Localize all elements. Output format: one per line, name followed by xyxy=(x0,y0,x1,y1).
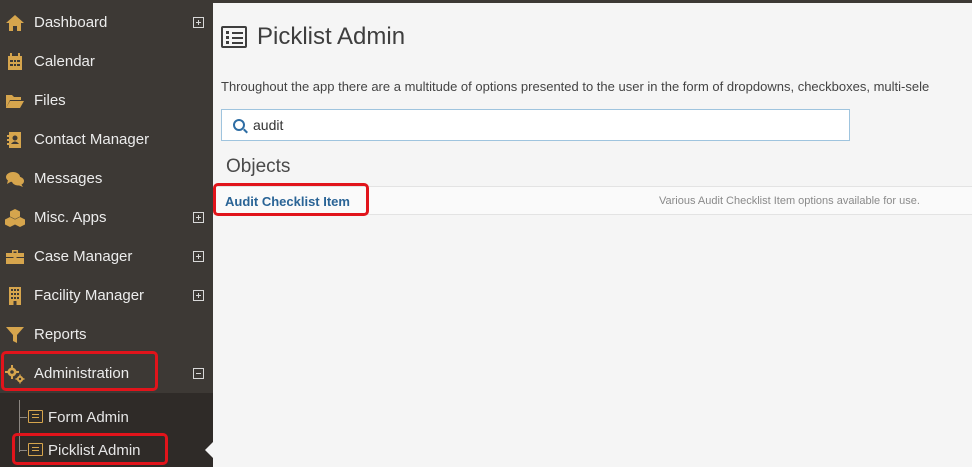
sidebar-item-reports[interactable]: Reports xyxy=(0,315,213,354)
search-box[interactable] xyxy=(221,109,850,141)
expand-icon[interactable] xyxy=(193,212,204,223)
search-input[interactable] xyxy=(253,117,813,133)
main-content: Picklist Admin Throughout the app there … xyxy=(213,3,972,467)
object-description: Various Audit Checklist Item options ava… xyxy=(659,195,920,207)
page-description: Throughout the app there are a multitude… xyxy=(221,79,930,94)
sidebar-item-administration[interactable]: Administration xyxy=(0,354,213,393)
sidebar-item-label: Reports xyxy=(34,326,87,343)
sidebar-item-label: Case Manager xyxy=(34,248,133,265)
sidebar-item-facility-manager[interactable]: Facility Manager xyxy=(0,276,213,315)
gears-icon xyxy=(4,363,26,385)
sidebar-subitem-label: Picklist Admin xyxy=(48,441,141,459)
home-icon xyxy=(4,12,26,34)
chat-bubbles-icon xyxy=(4,168,26,190)
folder-open-icon xyxy=(4,90,26,112)
sidebar-item-label: Misc. Apps xyxy=(34,209,107,226)
sidebar-item-label: Dashboard xyxy=(34,14,108,31)
sidebar-item-label: Contact Manager xyxy=(34,131,150,148)
sidebar-item-case-manager[interactable]: Case Manager xyxy=(0,237,213,276)
object-row[interactable]: Audit Checklist Item Various Audit Check… xyxy=(213,186,972,215)
sidebar-item-calendar[interactable]: Calendar xyxy=(0,42,213,81)
sidebar-item-misc-apps[interactable]: Misc. Apps xyxy=(0,198,213,237)
building-icon xyxy=(4,285,26,307)
contact-card-icon xyxy=(4,129,26,151)
sidebar-item-contact-manager[interactable]: Contact Manager xyxy=(0,120,213,159)
sidebar: Dashboard Calendar Files Contact Manager… xyxy=(0,0,213,467)
list-icon xyxy=(28,443,43,456)
sidebar-item-label: Facility Manager xyxy=(34,287,145,304)
sidebar-item-label: Calendar xyxy=(34,53,95,70)
sidebar-subitem-label: Form Admin xyxy=(48,408,129,426)
sidebar-item-label: Administration xyxy=(34,365,130,382)
section-heading: Objects xyxy=(226,156,291,177)
sidebar-item-messages[interactable]: Messages xyxy=(0,159,213,198)
object-link[interactable]: Audit Checklist Item xyxy=(225,194,350,209)
sidebar-item-label: Files xyxy=(34,92,66,109)
list-icon xyxy=(28,410,43,423)
filter-icon xyxy=(4,324,26,346)
list-alt-icon xyxy=(221,26,247,48)
search-icon xyxy=(233,119,245,131)
briefcase-icon xyxy=(4,246,26,268)
page-title: Picklist Admin xyxy=(221,23,405,51)
cubes-icon xyxy=(4,207,26,229)
page-title-text: Picklist Admin xyxy=(257,23,406,50)
sidebar-item-files[interactable]: Files xyxy=(0,81,213,120)
sidebar-item-dashboard[interactable]: Dashboard xyxy=(0,3,213,42)
collapse-icon[interactable] xyxy=(193,368,204,379)
expand-icon[interactable] xyxy=(193,251,204,262)
active-indicator-icon xyxy=(205,442,213,458)
expand-icon[interactable] xyxy=(193,290,204,301)
sidebar-item-label: Messages xyxy=(34,170,103,187)
expand-icon[interactable] xyxy=(193,17,204,28)
sidebar-subitem-form-admin[interactable]: Form Admin xyxy=(0,402,213,432)
sidebar-subitem-picklist-admin[interactable]: Picklist Admin xyxy=(0,435,213,465)
calendar-icon xyxy=(4,51,26,73)
